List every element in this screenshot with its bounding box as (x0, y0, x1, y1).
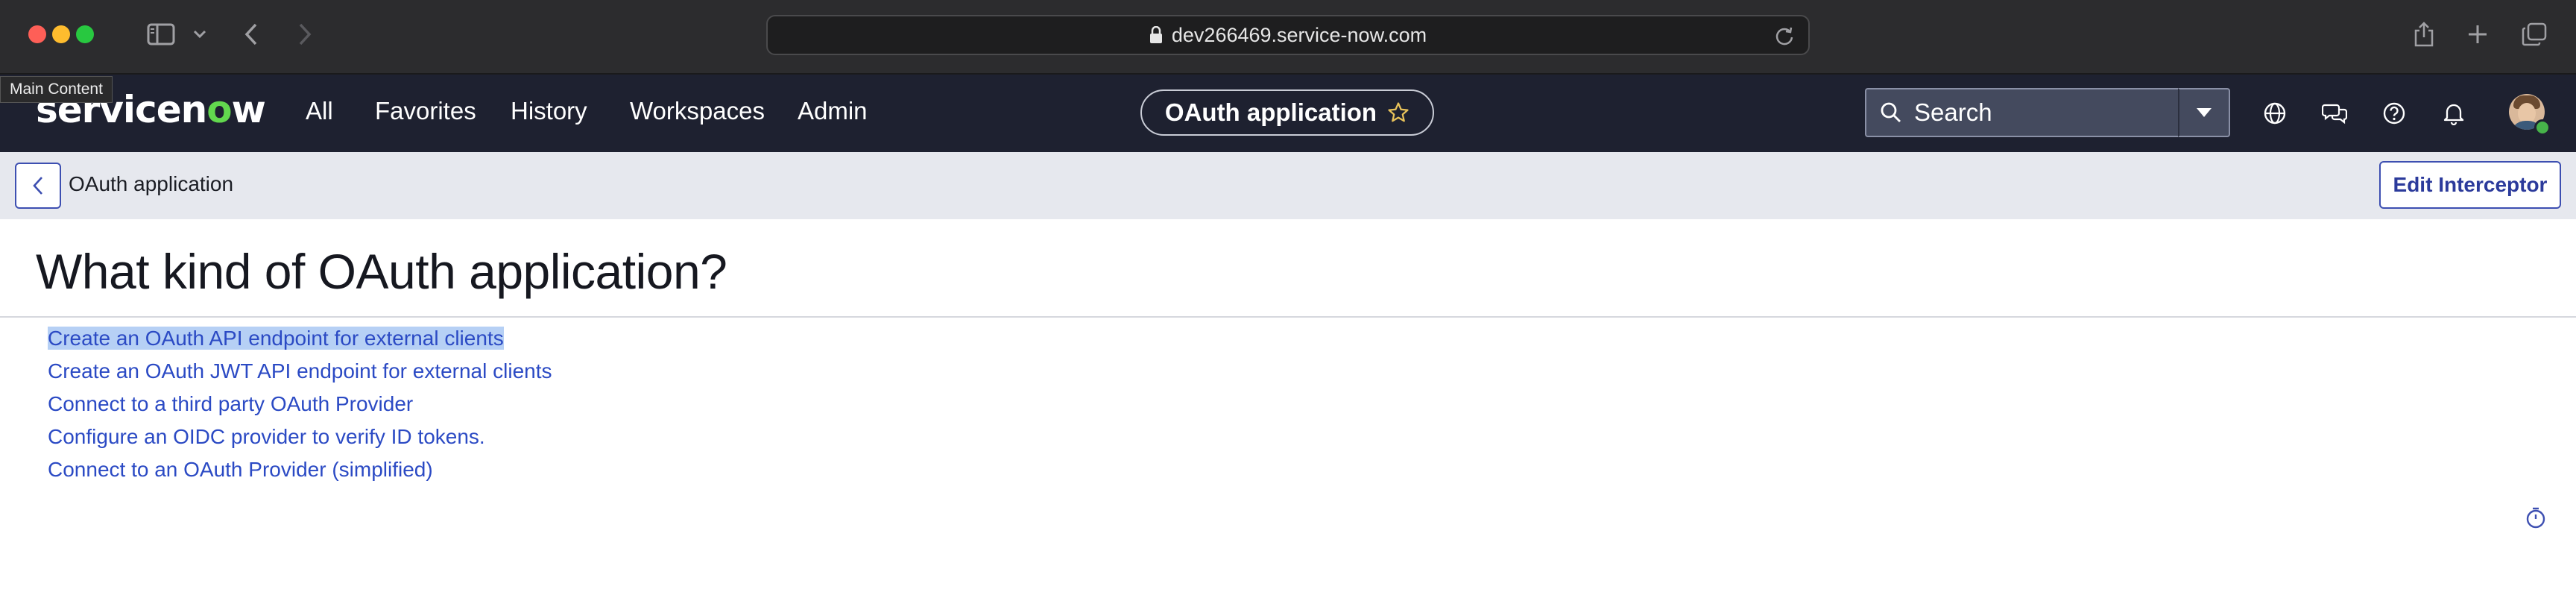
window-minimize-button[interactable] (52, 25, 70, 43)
star-icon[interactable] (1387, 101, 1409, 124)
option-label: Connect to a third party OAuth Provider (48, 392, 414, 415)
option-third-party-provider[interactable]: Connect to a third party OAuth Provider (48, 388, 552, 421)
app-header: servicenow All Favorites History Workspa… (0, 75, 2576, 152)
option-oauth-jwt-api-endpoint[interactable]: Create an OAuth JWT API endpoint for ext… (48, 355, 552, 388)
chevron-down-icon[interactable] (191, 18, 209, 51)
edit-interceptor-button[interactable]: Edit Interceptor (2379, 161, 2561, 209)
search-input[interactable]: Search (1865, 88, 2179, 137)
context-label: OAuth application (1164, 98, 1377, 126)
option-oauth-provider-simplified[interactable]: Connect to an OAuth Provider (simplified… (48, 453, 552, 486)
globe-icon[interactable] (2258, 97, 2291, 130)
form-title: OAuth application (69, 172, 234, 195)
nav-admin[interactable]: Admin (798, 97, 868, 125)
logo-text-o: o (206, 88, 232, 131)
forward-arrow-icon[interactable] (292, 18, 318, 51)
address-bar[interactable]: dev266469.service-now.com (766, 15, 1810, 55)
window-close-button[interactable] (28, 25, 46, 43)
search-placeholder: Search (1914, 98, 1992, 126)
form-header: OAuth application Edit Interceptor (0, 152, 2576, 219)
chevron-left-icon (33, 177, 42, 195)
share-icon[interactable] (2409, 18, 2439, 51)
context-pill[interactable]: OAuth application (1140, 89, 1434, 136)
logo-text-end: w (231, 88, 266, 131)
option-label: Create an OAuth JWT API endpoint for ext… (48, 359, 552, 383)
back-arrow-icon[interactable] (239, 18, 264, 51)
search-scope-dropdown[interactable] (2178, 88, 2230, 137)
oauth-options-list: Create an OAuth API endpoint for externa… (48, 322, 552, 486)
new-tab-icon[interactable] (2463, 18, 2493, 51)
option-label: Create an OAuth API endpoint for externa… (48, 327, 504, 350)
response-time-icon[interactable] (2525, 507, 2546, 529)
caret-down-icon (2197, 108, 2212, 117)
chat-icon[interactable] (2318, 97, 2351, 130)
tab-overview-icon[interactable] (2518, 18, 2551, 51)
option-oauth-api-endpoint[interactable]: Create an OAuth API endpoint for externa… (48, 322, 552, 355)
back-button[interactable] (15, 163, 61, 209)
nav-all[interactable]: All (306, 97, 333, 125)
page-title: What kind of OAuth application? (36, 244, 727, 299)
nav-favorites[interactable]: Favorites (375, 97, 476, 125)
nav-history[interactable]: History (511, 97, 587, 125)
nav-workspaces[interactable]: Workspaces (630, 97, 765, 125)
browser-toolbar: dev266469.service-now.com (0, 0, 2576, 75)
help-icon[interactable] (2378, 97, 2411, 130)
notifications-bell-icon[interactable] (2437, 97, 2470, 130)
option-label: Connect to an OAuth Provider (simplified… (48, 458, 433, 481)
presence-status-indicator (2534, 119, 2551, 136)
tooltip: Main Content (0, 76, 113, 103)
sidebar-toggle-icon[interactable] (145, 18, 177, 51)
option-oidc-provider[interactable]: Configure an OIDC provider to verify ID … (48, 421, 552, 453)
reload-icon[interactable] (1774, 25, 1795, 51)
url-text: dev266469.service-now.com (1171, 23, 1427, 46)
divider (0, 316, 2576, 318)
search-icon (1880, 101, 1902, 124)
option-label: Configure an OIDC provider to verify ID … (48, 425, 485, 448)
lock-icon (1149, 26, 1163, 44)
window-maximize-button[interactable] (76, 25, 94, 43)
